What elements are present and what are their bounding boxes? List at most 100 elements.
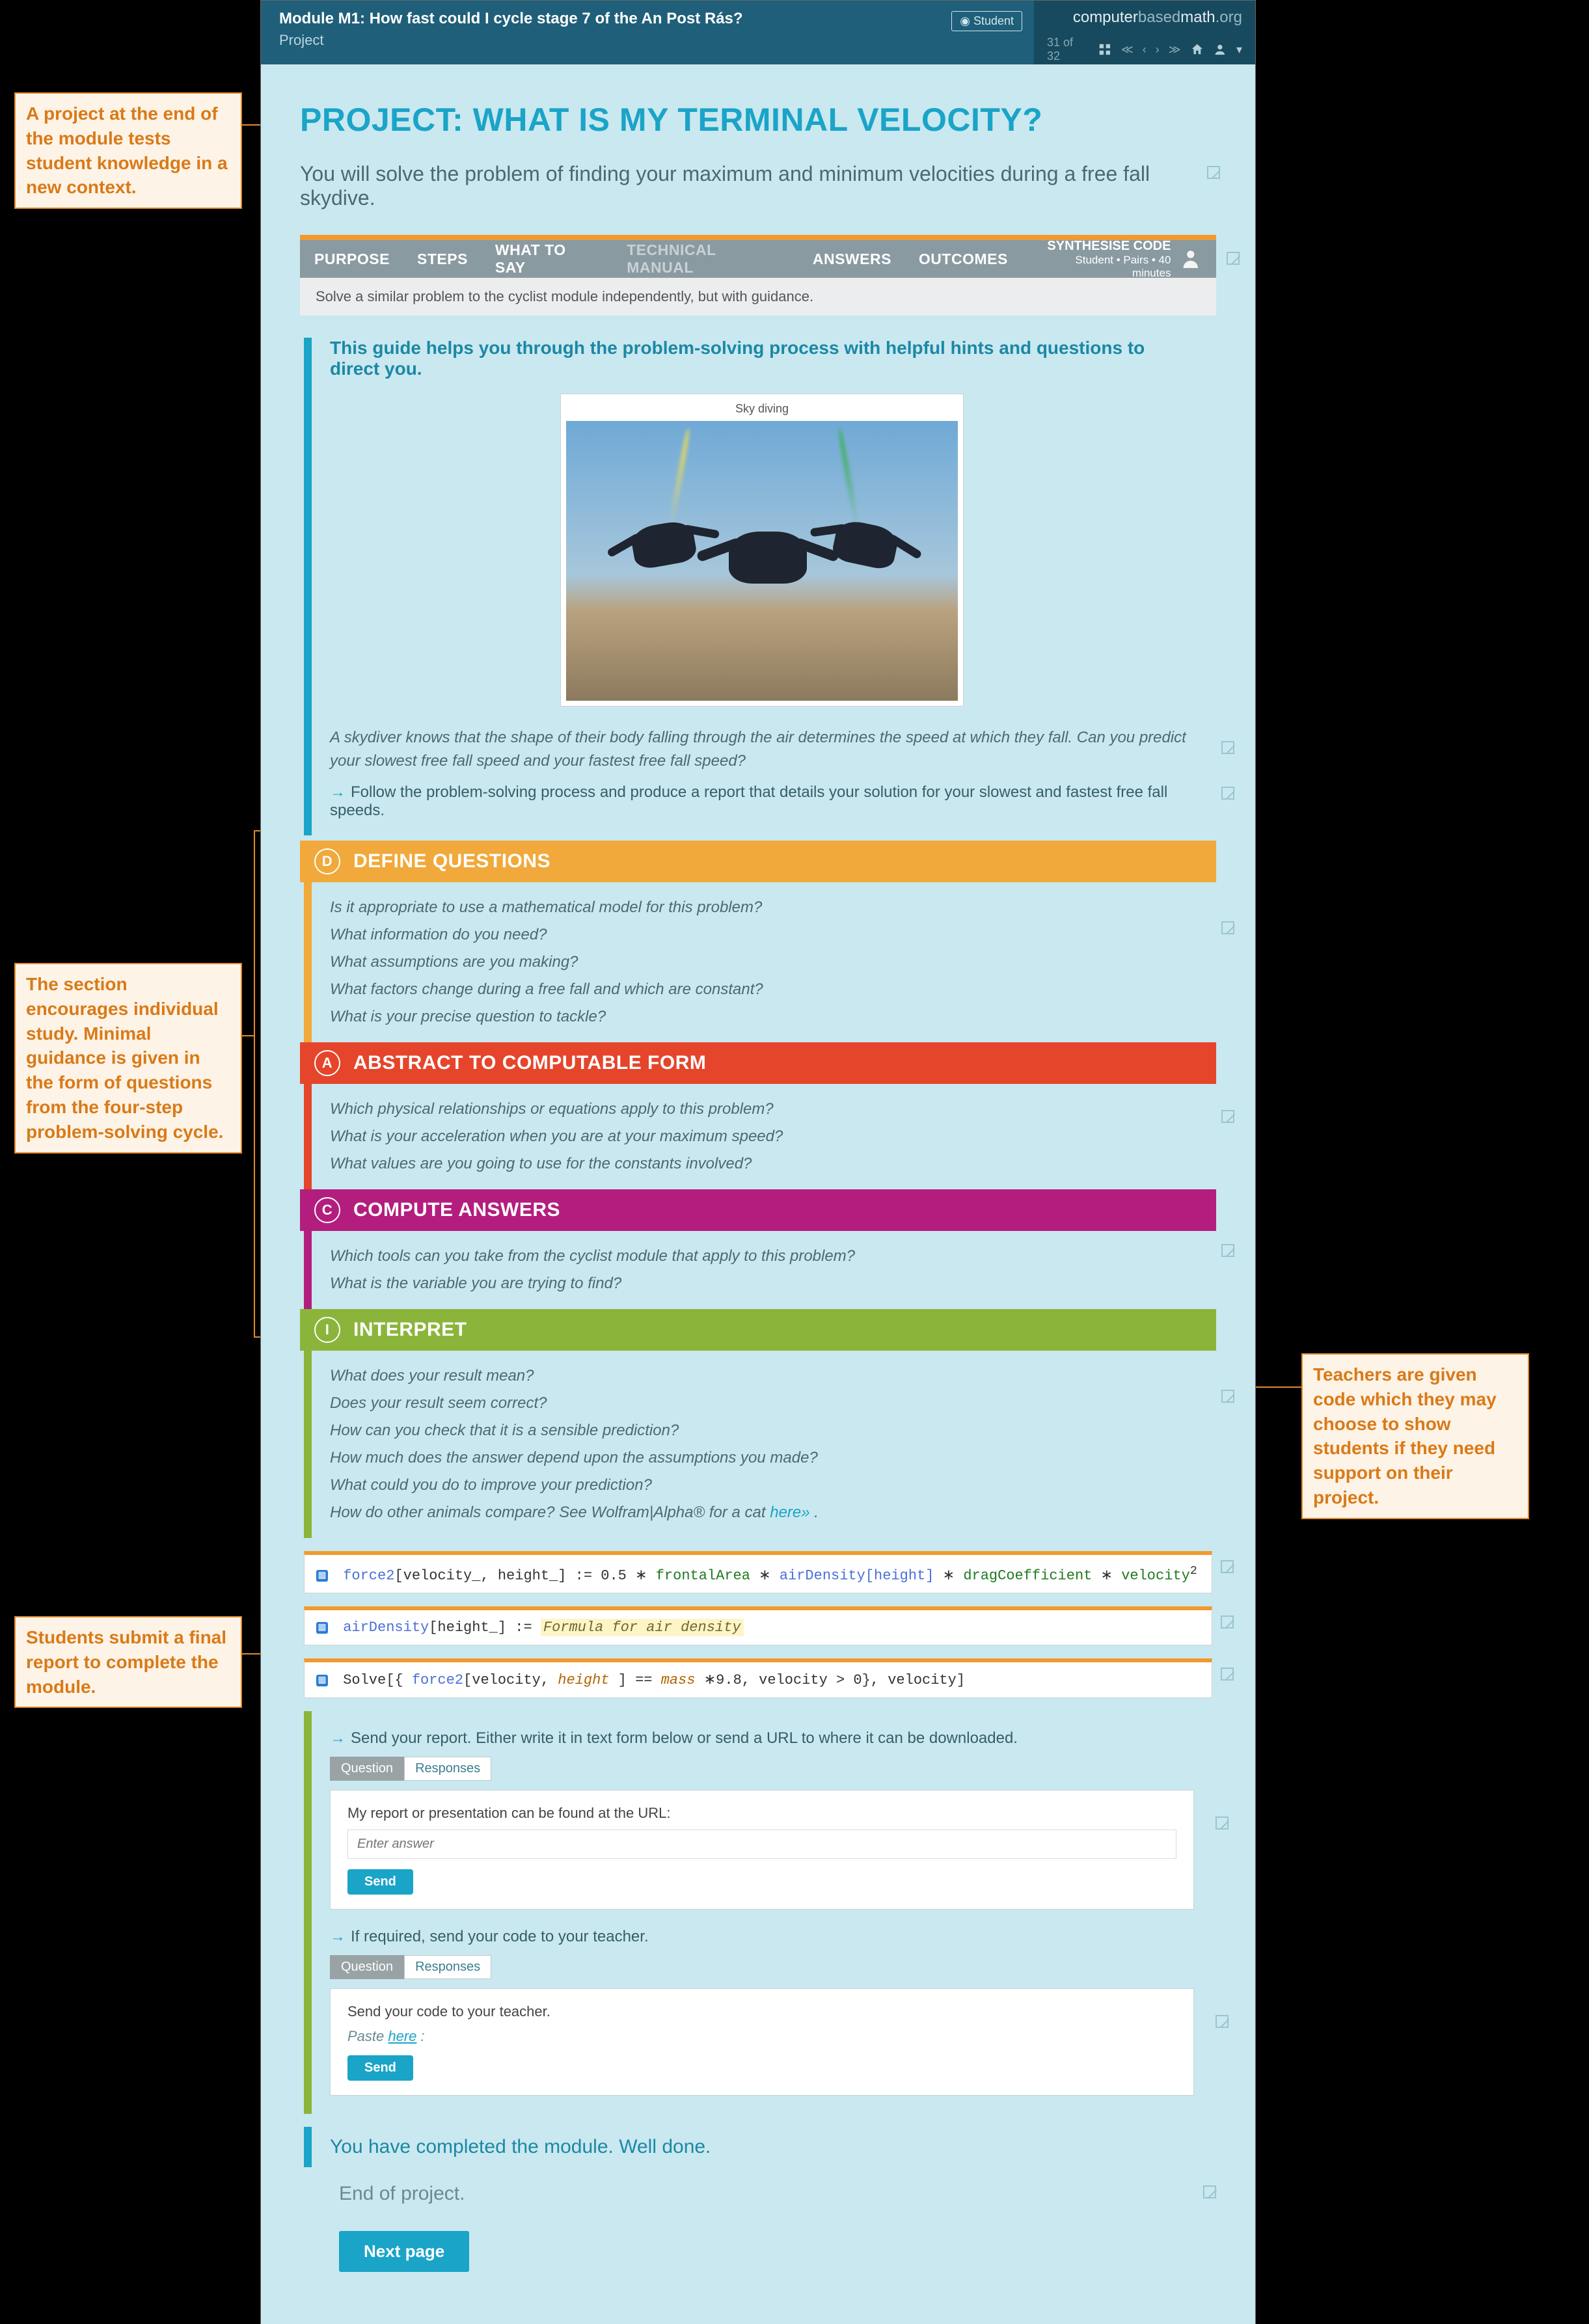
- step-define-header[interactable]: D DEFINE QUESTIONS: [300, 841, 1216, 882]
- tab-technical-manual[interactable]: TECHNICAL MANUAL: [627, 241, 785, 277]
- edit-icon[interactable]: [1221, 1615, 1234, 1628]
- code-cell-icon: ▦: [316, 1675, 328, 1686]
- pill-responses[interactable]: Responses: [404, 1757, 491, 1781]
- edit-icon[interactable]: [1207, 166, 1220, 179]
- edit-icon[interactable]: [1221, 921, 1234, 934]
- code-card-solve: ▦ Solve[{ force2[velocity, height ] == m…: [304, 1658, 1212, 1698]
- step-abstract-questions: Which physical relationships or equation…: [330, 1096, 1194, 1178]
- callout-four-step: The section encourages individual study.…: [14, 963, 242, 1154]
- callout-project-intro: A project at the end of the module tests…: [14, 92, 242, 209]
- callout-final-report: Students submit a final report to comple…: [14, 1616, 242, 1708]
- paste-here-link[interactable]: here: [388, 2028, 416, 2044]
- panel2-label: Send your code to your teacher.: [347, 2003, 1176, 2020]
- grid-icon[interactable]: [1098, 42, 1112, 57]
- step-letter: C: [314, 1197, 340, 1223]
- send-button[interactable]: Send: [347, 1869, 413, 1895]
- nav-next[interactable]: ›: [1156, 43, 1160, 57]
- app-window: Module M1: How fast could I cycle stage …: [260, 0, 1256, 2324]
- tab-answers[interactable]: ANSWERS: [813, 250, 891, 268]
- brand: computerbasedmath.org: [1073, 8, 1242, 27]
- tab-outcomes[interactable]: OUTCOMES: [919, 250, 1008, 268]
- step-title: COMPUTE ANSWERS: [353, 1199, 560, 1221]
- report-panel-1: My report or presentation can be found a…: [330, 1790, 1194, 1910]
- page-title: PROJECT: WHAT IS MY TERMINAL VELOCITY?: [300, 101, 1216, 139]
- report-panel-2: Send your code to your teacher. Paste he…: [330, 1988, 1194, 2096]
- step-define-questions: Is it appropriate to use a mathematical …: [330, 894, 1194, 1031]
- guide-italic: A skydiver knows that the shape of their…: [330, 726, 1194, 773]
- step-interpret-header[interactable]: I INTERPRET: [300, 1309, 1216, 1351]
- home-icon[interactable]: [1190, 42, 1204, 57]
- arrow-icon: →: [330, 783, 346, 801]
- pill-responses[interactable]: Responses: [404, 1955, 491, 1979]
- next-page-button[interactable]: Next page: [339, 2231, 469, 2272]
- arrow-icon: →: [330, 1928, 346, 1945]
- end-of-project: End of project.: [339, 2183, 1212, 2205]
- step-compute-questions: Which tools can you take from the cyclis…: [330, 1243, 1194, 1297]
- edit-icon[interactable]: [1221, 741, 1234, 754]
- panel1-label: My report or presentation can be found a…: [347, 1805, 1176, 1822]
- edit-icon[interactable]: [1221, 1244, 1234, 1257]
- person-icon: [1180, 248, 1202, 270]
- report-line2: If required, send your code to your teac…: [351, 1928, 649, 1945]
- edit-icon[interactable]: [1221, 1390, 1234, 1403]
- report-line1: Send your report. Either write it in tex…: [351, 1729, 1018, 1747]
- topbar-right: computerbasedmath.org 31 of 32 ≪ ‹ › ≫ ▾: [1034, 1, 1255, 64]
- code-cell-icon: ▦: [316, 1622, 328, 1634]
- tabs-meta-sub: Student • Pairs • 40 minutes: [1035, 254, 1171, 280]
- completion-message: You have completed the module. Well done…: [304, 2127, 1212, 2167]
- edit-icon[interactable]: [1216, 2015, 1229, 2028]
- edit-icon[interactable]: [1227, 252, 1240, 265]
- user-icon[interactable]: [1213, 42, 1227, 57]
- purpose-bar: Solve a similar problem to the cyclist m…: [300, 278, 1216, 316]
- code-card-airdensity: ▦ airDensity[height_] := Formula for air…: [304, 1606, 1212, 1645]
- step-interpret-questions: What does your result mean?Does your res…: [330, 1362, 1194, 1526]
- edit-icon[interactable]: [1221, 1560, 1234, 1573]
- nav-prev[interactable]: ‹: [1143, 43, 1147, 57]
- tabs-meta: SYNTHESISE CODE Student • Pairs • 40 min…: [1035, 239, 1202, 280]
- tab-what-to-say[interactable]: WHAT TO SAY: [495, 241, 599, 277]
- page-lede: You will solve the problem of finding yo…: [300, 162, 1216, 210]
- edit-icon[interactable]: [1216, 1817, 1229, 1830]
- step-abstract-header[interactable]: A ABSTRACT TO COMPUTABLE FORM: [300, 1042, 1216, 1084]
- student-badge-label: Student: [973, 14, 1014, 27]
- wolfram-link[interactable]: here»: [770, 1504, 809, 1521]
- section-tabs: PURPOSE STEPS WHAT TO SAY TECHNICAL MANU…: [300, 240, 1216, 278]
- step-compute-header[interactable]: C COMPUTE ANSWERS: [300, 1189, 1216, 1231]
- student-badge[interactable]: ◉ Student: [951, 11, 1022, 31]
- page-counter: 31 of 32: [1047, 36, 1089, 63]
- edit-icon[interactable]: [1221, 787, 1234, 800]
- guide-heading: This guide helps you through the problem…: [330, 338, 1194, 379]
- image-card: Sky diving: [560, 394, 964, 707]
- guide-arrow-text: Follow the problem-solving process and p…: [330, 783, 1167, 819]
- guide-block: This guide helps you through the problem…: [304, 338, 1212, 835]
- tab-purpose[interactable]: PURPOSE: [314, 250, 390, 268]
- step-title: ABSTRACT TO COMPUTABLE FORM: [353, 1052, 706, 1074]
- arrow-icon: →: [330, 1729, 346, 1747]
- edit-icon[interactable]: [1221, 1668, 1234, 1681]
- step-letter: D: [314, 848, 340, 874]
- step-title: DEFINE QUESTIONS: [353, 850, 550, 872]
- step-letter: I: [314, 1317, 340, 1343]
- report-section: → Send your report. Either write it in te…: [304, 1711, 1212, 2114]
- nav-last[interactable]: ≫: [1169, 43, 1181, 57]
- send-button[interactable]: Send: [347, 2055, 413, 2081]
- guide-arrow-line: →Follow the problem-solving process and …: [330, 783, 1194, 820]
- callout-teacher-code: Teachers are given code which they may c…: [1301, 1353, 1529, 1519]
- image-caption: Sky diving: [566, 399, 958, 421]
- step-title: INTERPRET: [353, 1319, 467, 1341]
- edit-icon[interactable]: [1203, 2185, 1216, 2198]
- report-url-input[interactable]: [347, 1830, 1176, 1859]
- module-title: Module M1: How fast could I cycle stage …: [279, 10, 933, 28]
- tab-steps[interactable]: STEPS: [417, 250, 468, 268]
- nav-first[interactable]: ≪: [1121, 43, 1134, 57]
- tabs-meta-title: SYNTHESISE CODE: [1047, 239, 1171, 253]
- skydiving-image: [566, 421, 958, 701]
- pill-question[interactable]: Question: [330, 1955, 404, 1979]
- topbar: Module M1: How fast could I cycle stage …: [261, 1, 1255, 64]
- pill-question[interactable]: Question: [330, 1757, 404, 1781]
- step-letter: A: [314, 1050, 340, 1076]
- code-cell-icon: ▦: [316, 1570, 328, 1582]
- edit-icon[interactable]: [1221, 1110, 1234, 1123]
- code-card-force2: ▦ force2[velocity_, height_] := 0.5 ∗ fr…: [304, 1551, 1212, 1593]
- module-subtitle: Project: [279, 32, 933, 49]
